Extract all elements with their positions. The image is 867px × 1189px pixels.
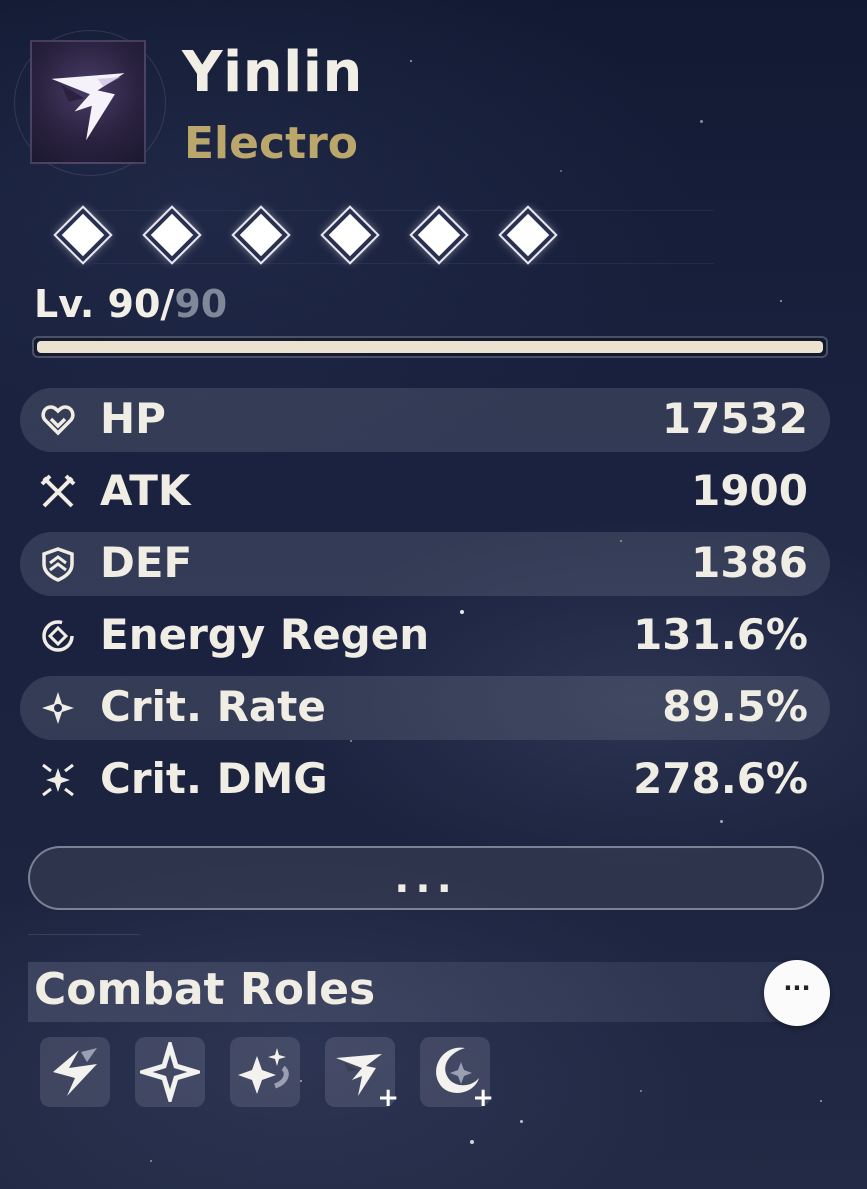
stat-label: Crit. Rate (100, 682, 326, 731)
def-shield-icon (42, 547, 74, 582)
combat-roles-menu-button[interactable]: ··· (764, 960, 830, 1026)
combat-roles-title: Combat Roles (34, 964, 376, 1015)
resonance-chain (34, 200, 714, 270)
role-slot-4[interactable]: + (325, 1037, 399, 1113)
stat-row-crit-rate[interactable]: Crit. Rate 89.5% (20, 676, 830, 740)
role-slot-2[interactable] (135, 1037, 205, 1107)
stat-label: DEF (100, 538, 193, 587)
plus-icon: + (472, 1083, 494, 1113)
stat-label: Crit. DMG (100, 754, 328, 803)
yinlin-emblem-icon (51, 73, 125, 141)
role-slot-1[interactable] (40, 1037, 110, 1107)
level-progress-fill (37, 341, 823, 353)
crit-dmg-burst-icon (42, 763, 74, 797)
level-max: 90 (174, 282, 228, 326)
plus-icon: + (377, 1083, 399, 1113)
four-point-star-role-icon (140, 1042, 200, 1102)
level-progress-bar (32, 336, 828, 358)
stat-label: ATK (100, 466, 191, 515)
combat-roles-menu-label: ··· (783, 974, 811, 1002)
stat-row-hp[interactable]: HP 17532 (20, 388, 830, 452)
stat-value: 1900 (691, 466, 808, 515)
stat-value: 131.6% (633, 610, 808, 659)
more-stats-label: ... (394, 856, 458, 902)
stat-value: 17532 (661, 394, 808, 443)
level-current: Lv. 90/ (34, 282, 175, 326)
stat-row-def[interactable]: DEF 1386 (20, 532, 830, 596)
combat-roles-tag-decoration (28, 934, 140, 955)
more-stats-button[interactable]: ... (28, 846, 824, 910)
stat-label: HP (100, 394, 166, 443)
stat-value: 1386 (691, 538, 808, 587)
role-slot-3[interactable] (230, 1037, 300, 1107)
stat-value: 89.5% (662, 682, 808, 731)
sparkle-swirl-role-icon (238, 1048, 289, 1094)
character-element: Electro (184, 118, 359, 169)
energy-regen-icon (42, 620, 74, 652)
electro-role-icon (53, 1048, 97, 1096)
stat-value: 278.6% (633, 754, 808, 803)
role-slot-5[interactable]: + (420, 1037, 494, 1113)
hp-heart-icon (41, 405, 75, 436)
atk-crossed-swords-icon (40, 474, 76, 508)
stat-row-crit-dmg[interactable]: Crit. DMG 278.6% (20, 748, 830, 812)
character-portrait (30, 40, 146, 164)
crit-rate-star-icon (42, 692, 74, 724)
character-name: Yinlin (182, 40, 363, 105)
stat-row-atk[interactable]: ATK 1900 (20, 460, 830, 524)
stat-label: Energy Regen (100, 610, 430, 659)
level-text: Lv. 90/90 (34, 282, 227, 326)
stat-row-energy-regen[interactable]: Energy Regen 131.6% (20, 604, 830, 668)
